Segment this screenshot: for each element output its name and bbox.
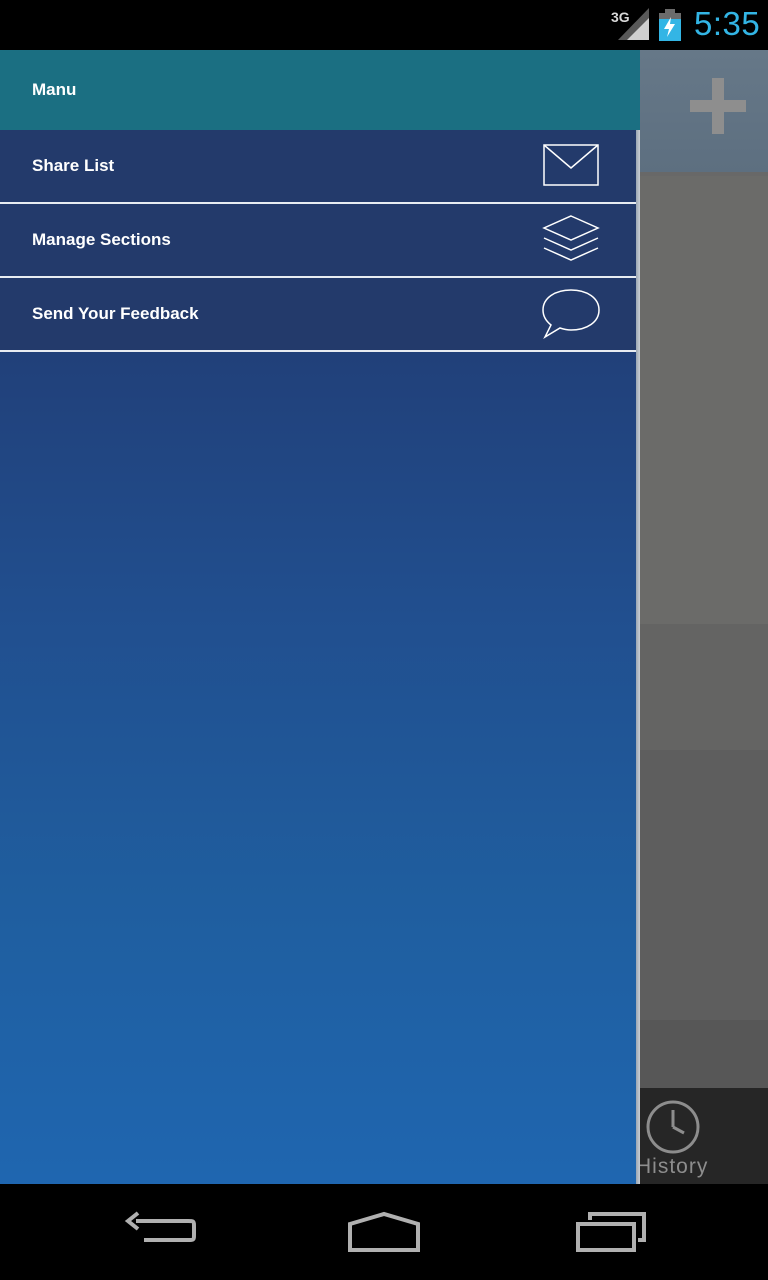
menu-item-manage-sections[interactable]: Manage Sections [0, 204, 636, 278]
menu-item-label: Manage Sections [32, 230, 171, 249]
home-icon[interactable] [344, 1210, 424, 1256]
back-icon[interactable] [122, 1210, 202, 1256]
recent-apps-icon[interactable] [572, 1210, 652, 1256]
menu-item-label: Send Your Feedback [32, 304, 199, 323]
clock-icon [646, 1100, 700, 1154]
menu-item-share-list[interactable]: Share List [0, 130, 636, 204]
drawer-edge [636, 130, 640, 1184]
menu-item-send-feedback[interactable]: Send Your Feedback [0, 278, 636, 352]
battery-charging-icon [659, 9, 681, 41]
history-tab-label[interactable]: History [636, 1155, 708, 1179]
screen: 3G 5:35 History Manu Share List Manage S… [0, 0, 768, 1280]
speech-bubble-icon [542, 289, 600, 339]
signal-icon [618, 8, 649, 40]
add-icon[interactable] [690, 78, 746, 134]
navigation-drawer: Manu Share List Manage Sections Send You… [0, 50, 640, 1184]
menu-item-label: Share List [32, 156, 115, 175]
system-navigation-bar [0, 1184, 768, 1280]
drawer-title: Manu [32, 80, 77, 99]
drawer-header: Manu [0, 50, 640, 130]
envelope-icon [543, 144, 599, 186]
status-bar: 3G 5:35 [0, 0, 768, 50]
clock: 5:35 [694, 5, 761, 42]
layers-icon [542, 215, 600, 261]
